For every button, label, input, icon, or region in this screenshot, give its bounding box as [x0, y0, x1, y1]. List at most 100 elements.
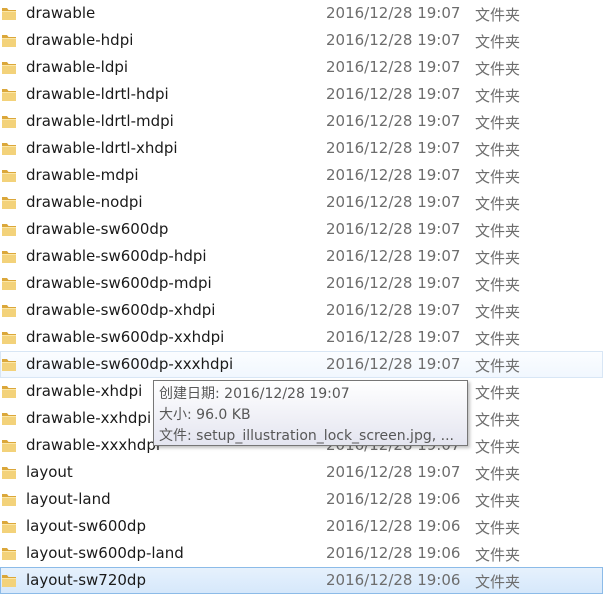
tooltip-files: 文件: setup_illustration_lock_screen.jpg, … — [159, 428, 454, 444]
modified-date: 2016/12/28 19:07 — [326, 328, 461, 346]
file-name: layout-sw600dp — [26, 517, 146, 535]
folder-icon — [1, 222, 17, 237]
file-name: drawable — [26, 4, 96, 22]
folder-icon — [1, 33, 17, 48]
folder-icon — [1, 114, 17, 129]
modified-date: 2016/12/28 19:07 — [326, 4, 461, 22]
file-name: drawable-xxxhdpi — [26, 436, 161, 454]
file-row[interactable]: drawable-ldrtl-xhdpi 2016/12/28 19:07 文件夹 — [0, 135, 603, 162]
modified-date: 2016/12/28 19:07 — [326, 274, 461, 292]
folder-icon — [1, 168, 17, 183]
file-name: drawable-sw600dp-xhdpi — [26, 301, 216, 319]
file-type: 文件夹 — [475, 87, 521, 105]
file-type: 文件夹 — [475, 384, 521, 402]
tooltip-size: 大小: 96.0 KB — [159, 407, 251, 423]
modified-date: 2016/12/28 19:06 — [326, 544, 461, 562]
tooltip-created-date: 创建日期: 2016/12/28 19:07 — [159, 386, 350, 402]
file-type: 文件夹 — [475, 222, 521, 240]
modified-date: 2016/12/28 19:07 — [326, 85, 461, 103]
modified-date: 2016/12/28 19:07 — [326, 139, 461, 157]
folder-icon — [1, 195, 17, 210]
file-name: drawable-nodpi — [26, 193, 143, 211]
file-type: 文件夹 — [475, 249, 521, 267]
file-type: 文件夹 — [475, 357, 521, 375]
file-row[interactable]: drawable-sw600dp-xxxhdpi 2016/12/28 19:07… — [0, 351, 603, 378]
file-row[interactable]: drawable-sw600dp-xhdpi 2016/12/28 19:07 文件… — [0, 297, 603, 324]
folder-icon — [1, 249, 17, 264]
file-row[interactable]: layout 2016/12/28 19:07 文件夹 — [0, 459, 603, 486]
file-name: drawable-ldrtl-xhdpi — [26, 139, 178, 157]
file-name: drawable-xxhdpi — [26, 409, 152, 427]
file-row[interactable]: layout-sw600dp-land 2016/12/28 19:06 文件夹 — [0, 540, 603, 567]
modified-date: 2016/12/28 19:07 — [326, 220, 461, 238]
file-row[interactable]: drawable-ldrtl-hdpi 2016/12/28 19:07 文件夹 — [0, 81, 603, 108]
file-name: drawable-ldrtl-mdpi — [26, 112, 174, 130]
file-name: drawable-mdpi — [26, 166, 139, 184]
file-name: drawable-sw600dp-mdpi — [26, 274, 212, 292]
file-type: 文件夹 — [475, 6, 521, 24]
folder-icon — [1, 87, 17, 102]
modified-date: 2016/12/28 19:07 — [326, 166, 461, 184]
modified-date: 2016/12/28 19:07 — [326, 31, 461, 49]
file-type: 文件夹 — [475, 519, 521, 537]
file-row[interactable]: layout-sw600dp 2016/12/28 19:06 文件夹 — [0, 513, 603, 540]
file-name: drawable-xhdpi — [26, 382, 143, 400]
file-type: 文件夹 — [475, 492, 521, 510]
modified-date: 2016/12/28 19:06 — [326, 490, 461, 508]
file-name: drawable-sw600dp-xxxhdpi — [26, 355, 234, 373]
file-name: drawable-ldrtl-hdpi — [26, 85, 169, 103]
file-type: 文件夹 — [475, 573, 521, 591]
modified-date: 2016/12/28 19:07 — [326, 463, 461, 481]
modified-date: 2016/12/28 19:07 — [326, 301, 461, 319]
folder-icon — [1, 60, 17, 75]
file-type: 文件夹 — [475, 60, 521, 78]
file-row[interactable]: drawable-mdpi 2016/12/28 19:07 文件夹 — [0, 162, 603, 189]
file-name: layout-sw600dp-land — [26, 544, 184, 562]
file-row[interactable]: drawable-sw600dp-mdpi 2016/12/28 19:07 文件夹 — [0, 270, 603, 297]
file-type: 文件夹 — [475, 33, 521, 51]
folder-icon — [1, 141, 17, 156]
file-type: 文件夹 — [475, 411, 521, 429]
file-type: 文件夹 — [475, 141, 521, 159]
file-type: 文件夹 — [475, 168, 521, 186]
file-row[interactable]: drawable-ldrtl-mdpi 2016/12/28 19:07 文件夹 — [0, 108, 603, 135]
folder-icon — [1, 276, 17, 291]
folder-icon — [1, 384, 17, 399]
folder-icon — [1, 492, 17, 507]
file-row[interactable]: drawable-nodpi 2016/12/28 19:07 文件夹 — [0, 189, 603, 216]
file-list: drawable 2016/12/28 19:07 文件夹 drawable-hdpi… — [0, 0, 603, 594]
file-row[interactable]: drawable 2016/12/28 19:07 文件夹 — [0, 0, 603, 27]
file-row[interactable]: drawable-sw600dp 2016/12/28 19:07 文件夹 — [0, 216, 603, 243]
file-type: 文件夹 — [475, 195, 521, 213]
file-type: 文件夹 — [475, 330, 521, 348]
folder-icon — [1, 357, 17, 372]
file-name: drawable-sw600dp-hdpi — [26, 247, 207, 265]
folder-icon — [1, 411, 17, 426]
file-row[interactable]: drawable-ldpi 2016/12/28 19:07 文件夹 — [0, 54, 603, 81]
modified-date: 2016/12/28 19:07 — [326, 355, 461, 373]
file-row[interactable]: layout-land 2016/12/28 19:06 文件夹 — [0, 486, 603, 513]
folder-icon — [1, 6, 17, 21]
modified-date: 2016/12/28 19:07 — [326, 247, 461, 265]
folder-icon — [1, 546, 17, 561]
file-name: layout-land — [26, 490, 111, 508]
file-name: layout — [26, 463, 73, 481]
file-row[interactable]: layout-sw720dp 2016/12/28 19:06 文件夹 — [0, 567, 603, 594]
file-name: layout-sw720dp — [26, 571, 146, 589]
folder-icon — [1, 465, 17, 480]
folder-icon — [1, 573, 17, 588]
file-type: 文件夹 — [475, 465, 521, 483]
file-row[interactable]: drawable-sw600dp-hdpi 2016/12/28 19:07 文件夹 — [0, 243, 603, 270]
modified-date: 2016/12/28 19:06 — [326, 517, 461, 535]
file-name: drawable-ldpi — [26, 58, 129, 76]
folder-icon — [1, 330, 17, 345]
file-row[interactable]: drawable-sw600dp-xxhdpi 2016/12/28 19:07 文… — [0, 324, 603, 351]
folder-icon — [1, 438, 17, 453]
file-type: 文件夹 — [475, 303, 521, 321]
folder-icon — [1, 519, 17, 534]
file-row[interactable]: drawable-hdpi 2016/12/28 19:07 文件夹 — [0, 27, 603, 54]
modified-date: 2016/12/28 19:07 — [326, 112, 461, 130]
modified-date: 2016/12/28 19:07 — [326, 58, 461, 76]
file-type: 文件夹 — [475, 546, 521, 564]
folder-info-tooltip: 创建日期: 2016/12/28 19:07 大小: 96.0 KB 文件: s… — [153, 380, 468, 446]
